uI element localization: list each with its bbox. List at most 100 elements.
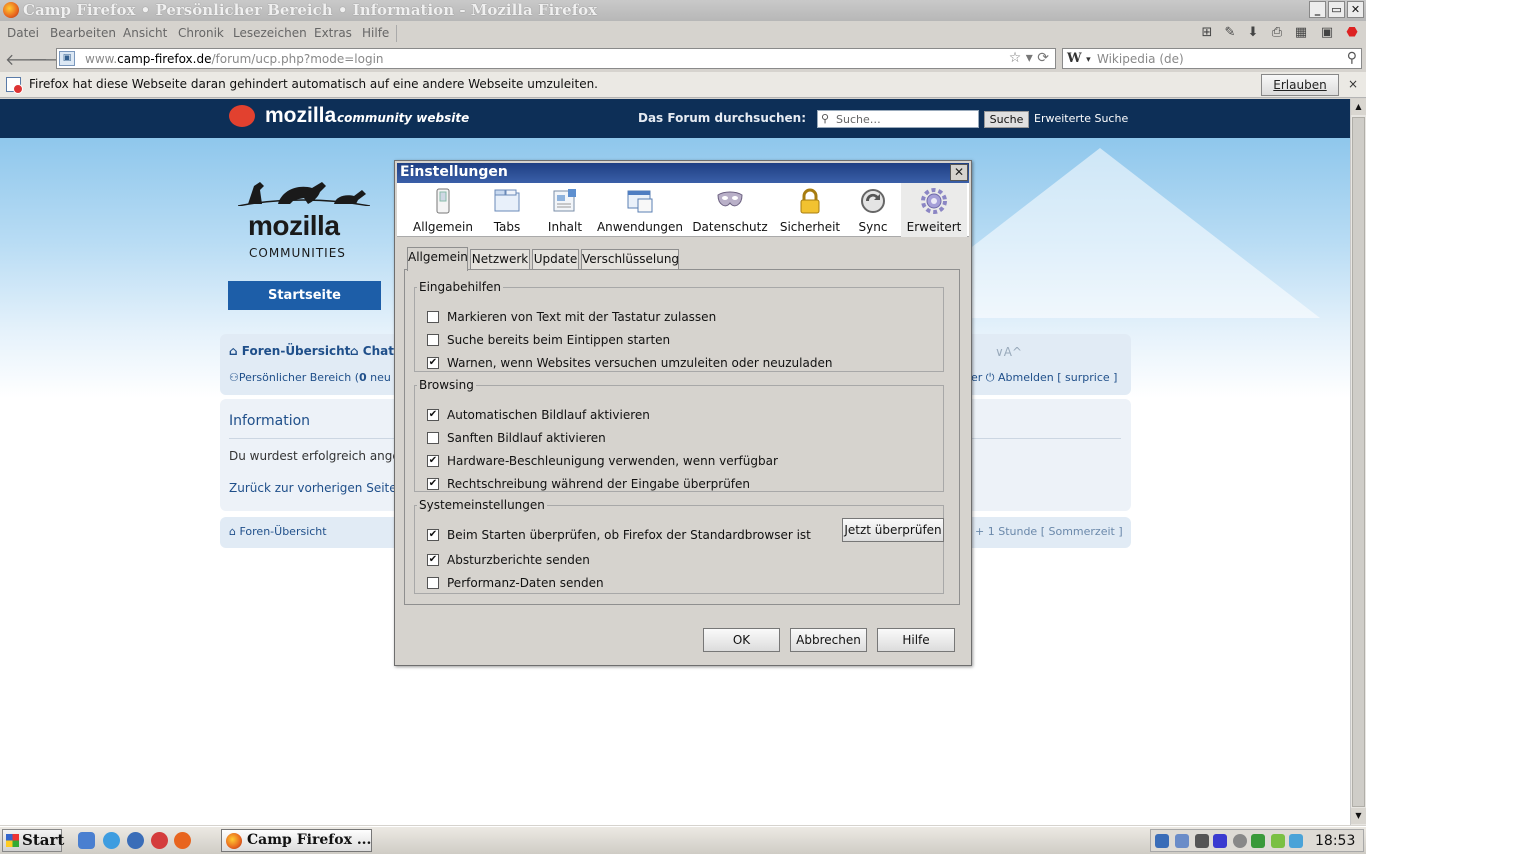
pane-inhalt[interactable]: Inhalt xyxy=(537,183,593,237)
pane-anwendungen[interactable]: Anwendungen xyxy=(595,183,685,237)
taskbar-firefox-task[interactable]: Camp Firefox ... xyxy=(221,829,372,852)
settings-pane-selector: Allgemein Tabs Inhalt Anwendungen Datens… xyxy=(397,183,969,237)
advanced-search-link[interactable]: Erweiterte Suche xyxy=(1034,112,1128,125)
url-bar[interactable]: ▣ www.camp-firefox.de/forum/ucp.php?mode… xyxy=(56,48,1056,69)
forum-search-input[interactable]: ⚲ Suche… xyxy=(817,110,979,128)
tray-update-icon[interactable] xyxy=(1251,834,1265,848)
accessibility-legend: Eingabehilfen xyxy=(419,280,501,294)
tray-network-icon[interactable] xyxy=(1155,834,1169,848)
scrollbar-thumb[interactable] xyxy=(1352,117,1365,807)
grid-icon[interactable]: ▦ xyxy=(1292,25,1310,41)
default-browser-checkbox[interactable]: ✔ xyxy=(427,529,439,541)
maximize-button[interactable]: ▭ xyxy=(1328,1,1345,18)
adblock-icon[interactable]: ⬣ xyxy=(1343,25,1361,41)
close-notification-icon[interactable]: × xyxy=(1348,77,1358,91)
footer-forum-index-link[interactable]: ⌂ Foren-Übersicht xyxy=(229,525,327,538)
tab-allgemein[interactable]: Allgemein xyxy=(407,247,468,271)
warn-redirect-checkbox[interactable]: ✔ xyxy=(427,357,439,369)
quicklaunch-desktop-icon[interactable] xyxy=(78,832,95,849)
pane-tabs[interactable]: Tabs xyxy=(477,183,537,237)
quicklaunch-firefox-icon[interactable] xyxy=(174,832,191,849)
addon-icon[interactable]: ✎ xyxy=(1221,25,1239,41)
tab-netzwerk[interactable]: Netzwerk xyxy=(470,249,530,269)
bookmark-page-icon[interactable]: ⊞ xyxy=(1198,25,1216,41)
tab-verschluesselung[interactable]: Verschlüsselung xyxy=(581,249,679,269)
pane-datenschutz[interactable]: Datenschutz xyxy=(687,183,773,237)
quicklaunch-media-icon[interactable] xyxy=(127,832,144,849)
page-scrollbar[interactable]: ▲ ▼ xyxy=(1350,99,1366,825)
logout-label: Abmelden [ surprice ] xyxy=(998,371,1118,384)
menu-extras[interactable]: Extras xyxy=(314,26,352,40)
print-icon[interactable]: ⎙ xyxy=(1268,25,1286,41)
menu-lesezeichen[interactable]: Lesezeichen xyxy=(233,26,307,40)
menu-bearbeiten[interactable]: Bearbeiten xyxy=(50,26,116,40)
pane-sync[interactable]: Sync xyxy=(845,183,901,237)
tabs-icon xyxy=(494,189,520,212)
scroll-up-icon[interactable]: ▲ xyxy=(1351,99,1366,115)
keyboard-select-checkbox[interactable] xyxy=(427,311,439,323)
url-text[interactable]: www.camp-firefox.de/forum/ucp.php?mode=l… xyxy=(85,52,384,66)
minimize-button[interactable]: _ xyxy=(1309,1,1326,18)
pane-inhalt-label: Inhalt xyxy=(547,220,583,234)
menu-datei[interactable]: Datei xyxy=(7,26,39,40)
pane-sicherheit[interactable]: Sicherheit xyxy=(775,183,845,237)
scroll-down-icon[interactable]: ▼ xyxy=(1351,808,1366,824)
pane-erweitert[interactable]: Erweitert xyxy=(901,183,967,237)
quicklaunch-opera-icon[interactable] xyxy=(151,832,168,849)
dialog-close-button[interactable]: ✕ xyxy=(950,164,968,181)
forum-index-link[interactable]: ⌂ Foren-Übersicht xyxy=(229,344,350,358)
search-icon[interactable]: ⚲ xyxy=(1347,50,1357,66)
system-settings-legend: Systemeinstellungen xyxy=(419,498,545,512)
start-button[interactable]: Start xyxy=(2,829,65,852)
start-label: Start xyxy=(22,831,65,849)
dialog-titlebar[interactable]: Einstellungen ✕ xyxy=(397,163,969,183)
hardware-accel-checkbox[interactable]: ✔ xyxy=(427,455,439,467)
check-now-button[interactable]: Jetzt überprüfen xyxy=(842,518,944,542)
help-button[interactable]: Hilfe xyxy=(877,628,955,652)
ok-button[interactable]: OK xyxy=(703,628,780,652)
performance-data-label: Performanz-Daten senden xyxy=(447,576,604,590)
autoscroll-checkbox[interactable]: ✔ xyxy=(427,409,439,421)
tray-display-icon[interactable] xyxy=(1213,834,1227,848)
url-prefix: www. xyxy=(85,52,118,66)
wikipedia-icon[interactable]: W ▾ xyxy=(1067,51,1091,66)
web-search-bar[interactable]: W ▾ Wikipedia (de) ⚲ xyxy=(1062,48,1362,69)
site-identity-icon[interactable]: ▣ xyxy=(59,51,75,66)
system-settings-group: Systemeinstellungen ✔ Beim Starten überpr… xyxy=(414,498,944,594)
tray-battery-icon[interactable] xyxy=(1271,834,1285,848)
site-logo[interactable]: mozilla xyxy=(265,104,336,128)
star-reload-icon[interactable]: ☆ ▾ ⟳ xyxy=(1009,50,1049,66)
download-icon[interactable]: ⬇ xyxy=(1244,25,1262,41)
window-titlebar[interactable]: Camp Firefox • Persönlicher Bereich • In… xyxy=(0,0,1366,21)
quicklaunch-ie-icon[interactable] xyxy=(103,832,120,849)
tray-volume-icon[interactable] xyxy=(1289,834,1303,848)
cancel-button[interactable]: Abbrechen xyxy=(790,628,867,652)
menu-ansicht[interactable]: Ansicht xyxy=(123,26,167,40)
tray-security-icon[interactable] xyxy=(1195,834,1209,848)
back-to-previous-link[interactable]: Zurück zur vorherigen Seite xyxy=(229,481,397,495)
collapse-icon[interactable]: ∨A^ xyxy=(995,345,1022,359)
system-tray: 18:53 xyxy=(1150,829,1364,852)
close-window-button[interactable]: ✕ xyxy=(1347,1,1364,18)
startseite-button[interactable]: Startseite xyxy=(228,281,381,310)
allow-redirect-button[interactable]: Erlauben xyxy=(1261,74,1339,96)
menu-hilfe[interactable]: Hilfe xyxy=(362,26,389,40)
crash-reports-checkbox[interactable]: ✔ xyxy=(427,554,439,566)
forum-search-button[interactable]: Suche xyxy=(984,111,1029,128)
mozilla-communities-logo[interactable]: mozilla COMMUNITIES xyxy=(228,174,380,266)
tray-clock-icon[interactable] xyxy=(1233,834,1247,848)
pane-allgemein-label: Allgemein xyxy=(413,220,473,234)
spellcheck-checkbox[interactable]: ✔ xyxy=(427,478,439,490)
hardware-accel-label: Hardware-Beschleunigung verwenden, wenn … xyxy=(447,454,778,468)
smooth-scroll-checkbox[interactable] xyxy=(427,432,439,444)
tray-bluetooth-icon[interactable] xyxy=(1175,834,1189,848)
type-ahead-checkbox[interactable] xyxy=(427,334,439,346)
logout-link[interactable]: er ⏻ Abmelden [ surprice ] xyxy=(971,371,1117,385)
pane-allgemein[interactable]: Allgemein xyxy=(409,183,477,237)
personal-area-link[interactable]: ⚇Persönlicher Bereich (0 neu xyxy=(229,371,391,384)
tab-update[interactable]: Update xyxy=(532,249,579,269)
performance-data-checkbox[interactable] xyxy=(427,577,439,589)
window-icon[interactable]: ▣ xyxy=(1318,25,1336,41)
menu-chronik[interactable]: Chronik xyxy=(178,26,224,40)
chat-link[interactable]: ⌂ Chat xyxy=(350,344,394,358)
